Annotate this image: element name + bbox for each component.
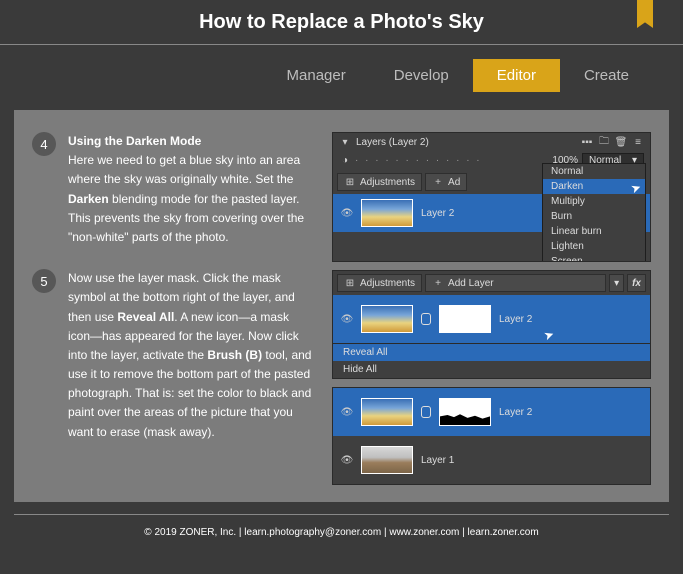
panel2-toolbar: ⊞ Adjustments + Add Layer ▾ fx — [333, 271, 650, 295]
chevron-down-icon[interactable]: ▾ — [339, 136, 351, 148]
sliders-icon: ⊞ — [344, 277, 356, 289]
blend-option-burn[interactable]: Burn — [543, 209, 645, 224]
adjustments-button[interactable]: ⊞ Adjustments — [337, 173, 422, 191]
chevron-down-icon: ▾ — [614, 278, 619, 289]
layer-2-label: Layer 2 — [499, 407, 532, 418]
layer-2-row-painted[interactable]: 👁 Layer 2 — [333, 388, 650, 436]
layers-panel-1: ▾ Layers (Layer 2) ▪▪▪ 🗀 🗑 ≡ ◑ · · · · ·… — [332, 132, 651, 262]
blend-option-lighten[interactable]: Lighten — [543, 239, 645, 254]
layer-2-thumbnail[interactable] — [361, 199, 413, 227]
layer-2-label: Layer 2 — [421, 208, 454, 219]
plus-icon: + — [432, 277, 444, 289]
add-layer-button[interactable]: + Add Layer — [425, 274, 606, 292]
tab-create[interactable]: Create — [560, 59, 653, 92]
layer-2-thumbnail[interactable] — [361, 305, 413, 333]
menu-reveal-all[interactable]: Reveal All — [333, 344, 650, 361]
adjustments-button-2[interactable]: ⊞ Adjustments — [337, 274, 422, 292]
layer-mask-painted-thumbnail[interactable] — [439, 398, 491, 426]
blend-option-normal[interactable]: Normal — [543, 164, 645, 179]
step-4-text: Using the Darken Mode Here we need to ge… — [68, 132, 312, 247]
link-icon[interactable] — [421, 313, 431, 325]
blend-option-screen[interactable]: Screen — [543, 254, 645, 262]
step-5-text: Now use the layer mask. Click the mask s… — [68, 269, 312, 442]
page-title: How to Replace a Photo's Sky — [199, 11, 484, 34]
add-button[interactable]: + Ad — [425, 173, 467, 191]
layer-2-label: Layer 2 — [499, 314, 532, 325]
cursor-icon: ➤ — [629, 180, 643, 197]
screenshots-column: ▾ Layers (Layer 2) ▪▪▪ 🗀 🗑 ≡ ◑ · · · · ·… — [332, 132, 651, 480]
layers-panel-3: 👁 Layer 2 👁 Layer 1 — [332, 387, 651, 485]
panel-menu-icon[interactable]: ▪▪▪ — [581, 136, 593, 148]
sliders-icon: ⊞ — [344, 176, 356, 188]
visibility-icon[interactable]: 👁 — [341, 406, 353, 418]
blend-option-linear-burn[interactable]: Linear burn — [543, 224, 645, 239]
add-layer-dropdown-button[interactable]: ▾ — [609, 274, 624, 292]
blend-option-darken[interactable]: Darken ➤ — [543, 179, 645, 194]
panel1-header: ▾ Layers (Layer 2) ▪▪▪ 🗀 🗑 ≡ — [333, 133, 650, 151]
link-icon[interactable] — [421, 406, 431, 418]
step-4: 4 Using the Darken Mode Here we need to … — [32, 132, 312, 247]
step-5: 5 Now use the layer mask. Click the mask… — [32, 269, 312, 442]
cursor-icon: ➤ — [542, 327, 556, 344]
panel1-title: Layers (Layer 2) — [356, 137, 429, 148]
header: How to Replace a Photo's Sky — [0, 0, 683, 45]
collapse-icon[interactable]: ≡ — [632, 136, 644, 148]
blend-option-multiply[interactable]: Multiply — [543, 194, 645, 209]
opacity-icon[interactable]: ◑ — [339, 155, 351, 167]
mask-context-menu: Reveal All Hide All — [333, 343, 650, 378]
footer: © 2019 ZONER, Inc. | learn.photography@z… — [14, 514, 669, 544]
tabbar: Manager Develop Editor Create — [0, 45, 683, 110]
layer-mask-thumbnail[interactable]: ➤ — [439, 305, 491, 333]
blend-mode-popup: Normal Darken ➤ Multiply Burn Linear bur… — [542, 163, 646, 262]
fx-button[interactable]: fx — [627, 274, 646, 292]
visibility-icon[interactable]: 👁 — [341, 207, 353, 219]
layers-panel-2: ⊞ Adjustments + Add Layer ▾ fx 👁 ➤ — [332, 270, 651, 379]
menu-hide-all[interactable]: Hide All — [333, 361, 650, 378]
bookmark-icon[interactable] — [637, 0, 653, 28]
mask-black-area — [440, 411, 490, 425]
visibility-icon[interactable]: 👁 — [341, 313, 353, 325]
tab-manager[interactable]: Manager — [263, 59, 370, 92]
tab-develop[interactable]: Develop — [370, 59, 473, 92]
layer-1-label: Layer 1 — [421, 455, 454, 466]
step-number-5: 5 — [32, 269, 56, 293]
layer-1-thumbnail[interactable] — [361, 446, 413, 474]
trash-icon[interactable]: 🗑 — [615, 136, 627, 148]
opacity-slider[interactable]: · · · · · · · · · · · · · — [355, 155, 548, 166]
content-area: 4 Using the Darken Mode Here we need to … — [14, 110, 669, 502]
layer-1-row[interactable]: 👁 Layer 1 — [333, 436, 650, 484]
tab-editor[interactable]: Editor — [473, 59, 560, 92]
plus-icon: + — [432, 176, 444, 188]
folder-icon[interactable]: 🗀 — [598, 136, 610, 148]
step-number-4: 4 — [32, 132, 56, 156]
layer-2-row-masked[interactable]: 👁 ➤ Layer 2 — [333, 295, 650, 343]
instructions-column: 4 Using the Darken Mode Here we need to … — [32, 132, 312, 480]
layer-2-thumbnail[interactable] — [361, 398, 413, 426]
visibility-icon[interactable]: 👁 — [341, 454, 353, 466]
